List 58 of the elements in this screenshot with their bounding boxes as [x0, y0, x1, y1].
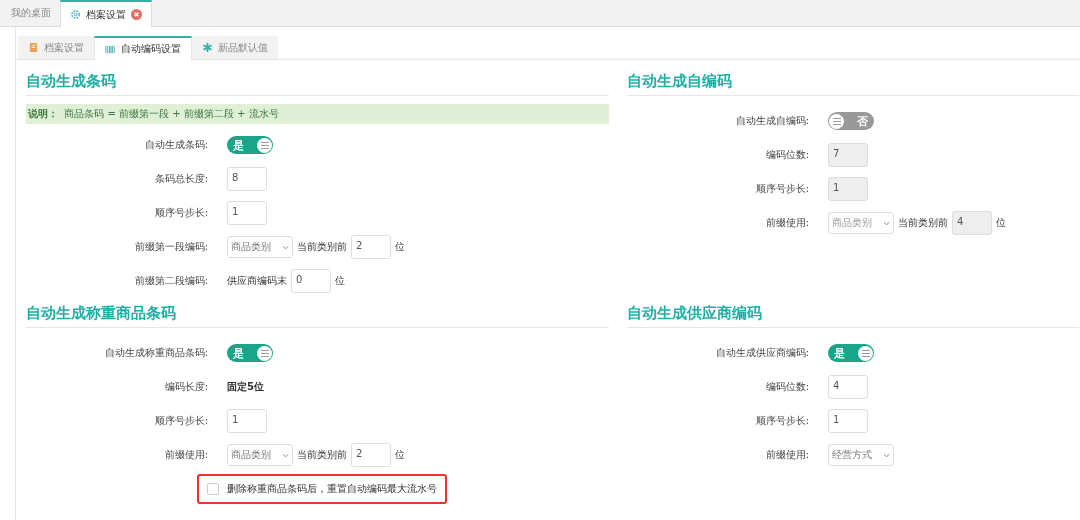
- settings-tab[interactable]: 档案设置: [18, 36, 94, 59]
- input-field[interactable]: 1: [828, 409, 868, 433]
- field-text: 当前类别前: [898, 216, 948, 230]
- settings-tab[interactable]: 新品默认值: [192, 36, 278, 59]
- select-field[interactable]: 经营方式: [828, 444, 894, 466]
- field-label: 条码总长度:: [153, 172, 209, 186]
- checkbox-label: 删除称重商品条码后，重置自动编码最大流水号: [227, 482, 437, 496]
- field-label: 顺序号步长:: [754, 414, 810, 428]
- barcode-icon: [105, 43, 116, 55]
- field-label: 自动生成自编码:: [734, 114, 810, 128]
- field-text: 供应商编码末: [227, 274, 287, 288]
- settings-tab[interactable]: 自动编码设置: [94, 36, 192, 60]
- unit-label: 位: [335, 274, 345, 288]
- field-label: 顺序号步长:: [153, 414, 209, 428]
- field-label: 自动生成条码:: [143, 138, 209, 152]
- input-field[interactable]: 8: [227, 167, 267, 191]
- field-label: 前缀使用:: [163, 448, 209, 462]
- field-label: 编码位数:: [764, 380, 810, 394]
- checkbox[interactable]: [207, 483, 219, 495]
- field-label: 编码位数:: [764, 148, 810, 162]
- section-title: 自动生成条码: [26, 72, 609, 96]
- section-title: 自动生成供应商编码: [627, 304, 1079, 328]
- unit-label: 位: [395, 448, 405, 462]
- field-label: 自动生成称重商品条码:: [103, 346, 209, 360]
- field-label: 编码长度:: [163, 380, 209, 394]
- field-label: 顺序号步长:: [754, 182, 810, 196]
- select-field[interactable]: 商品类别: [227, 444, 293, 466]
- input-field[interactable]: 4: [828, 375, 868, 399]
- field-label: 前缀使用:: [764, 216, 810, 230]
- chevron-down-icon: [883, 452, 890, 458]
- chevron-down-icon: [883, 220, 890, 226]
- asterisk-icon: [202, 42, 213, 53]
- gear-icon: [70, 9, 81, 20]
- note-bar: 说明： 商品条码 = 前缀第一段 + 前缀第二段 + 流水号: [26, 104, 609, 124]
- input-field[interactable]: 2: [351, 443, 391, 467]
- page-tab[interactable]: 档案设置: [60, 0, 152, 27]
- unit-label: 位: [395, 240, 405, 254]
- field-label: 顺序号步长:: [153, 206, 209, 220]
- book-icon: [28, 42, 39, 53]
- unit-label: 位: [996, 216, 1006, 230]
- field-label: 自动生成供应商编码:: [714, 346, 810, 360]
- field-value: 固定5位: [227, 380, 264, 394]
- field-label: 前缀使用:: [764, 448, 810, 462]
- input-field[interactable]: 1: [227, 201, 267, 225]
- page-tab[interactable]: 我的桌面: [2, 0, 60, 26]
- select-field[interactable]: 商品类别: [227, 236, 293, 258]
- field-text: 当前类别前: [297, 240, 347, 254]
- input-field[interactable]: 2: [351, 235, 391, 259]
- field-label: 前缀第一段编码:: [133, 240, 209, 254]
- section-title: 自动生成自编码: [627, 72, 1079, 96]
- section-title: 自动生成称重商品条码: [26, 304, 609, 328]
- close-icon[interactable]: [131, 9, 142, 20]
- input-field[interactable]: 0: [291, 269, 331, 293]
- input-field[interactable]: 1: [227, 409, 267, 433]
- chevron-down-icon: [282, 452, 289, 458]
- field-label: 前缀第二段编码:: [133, 274, 209, 288]
- chevron-down-icon: [282, 244, 289, 250]
- field-text: 当前类别前: [297, 448, 347, 462]
